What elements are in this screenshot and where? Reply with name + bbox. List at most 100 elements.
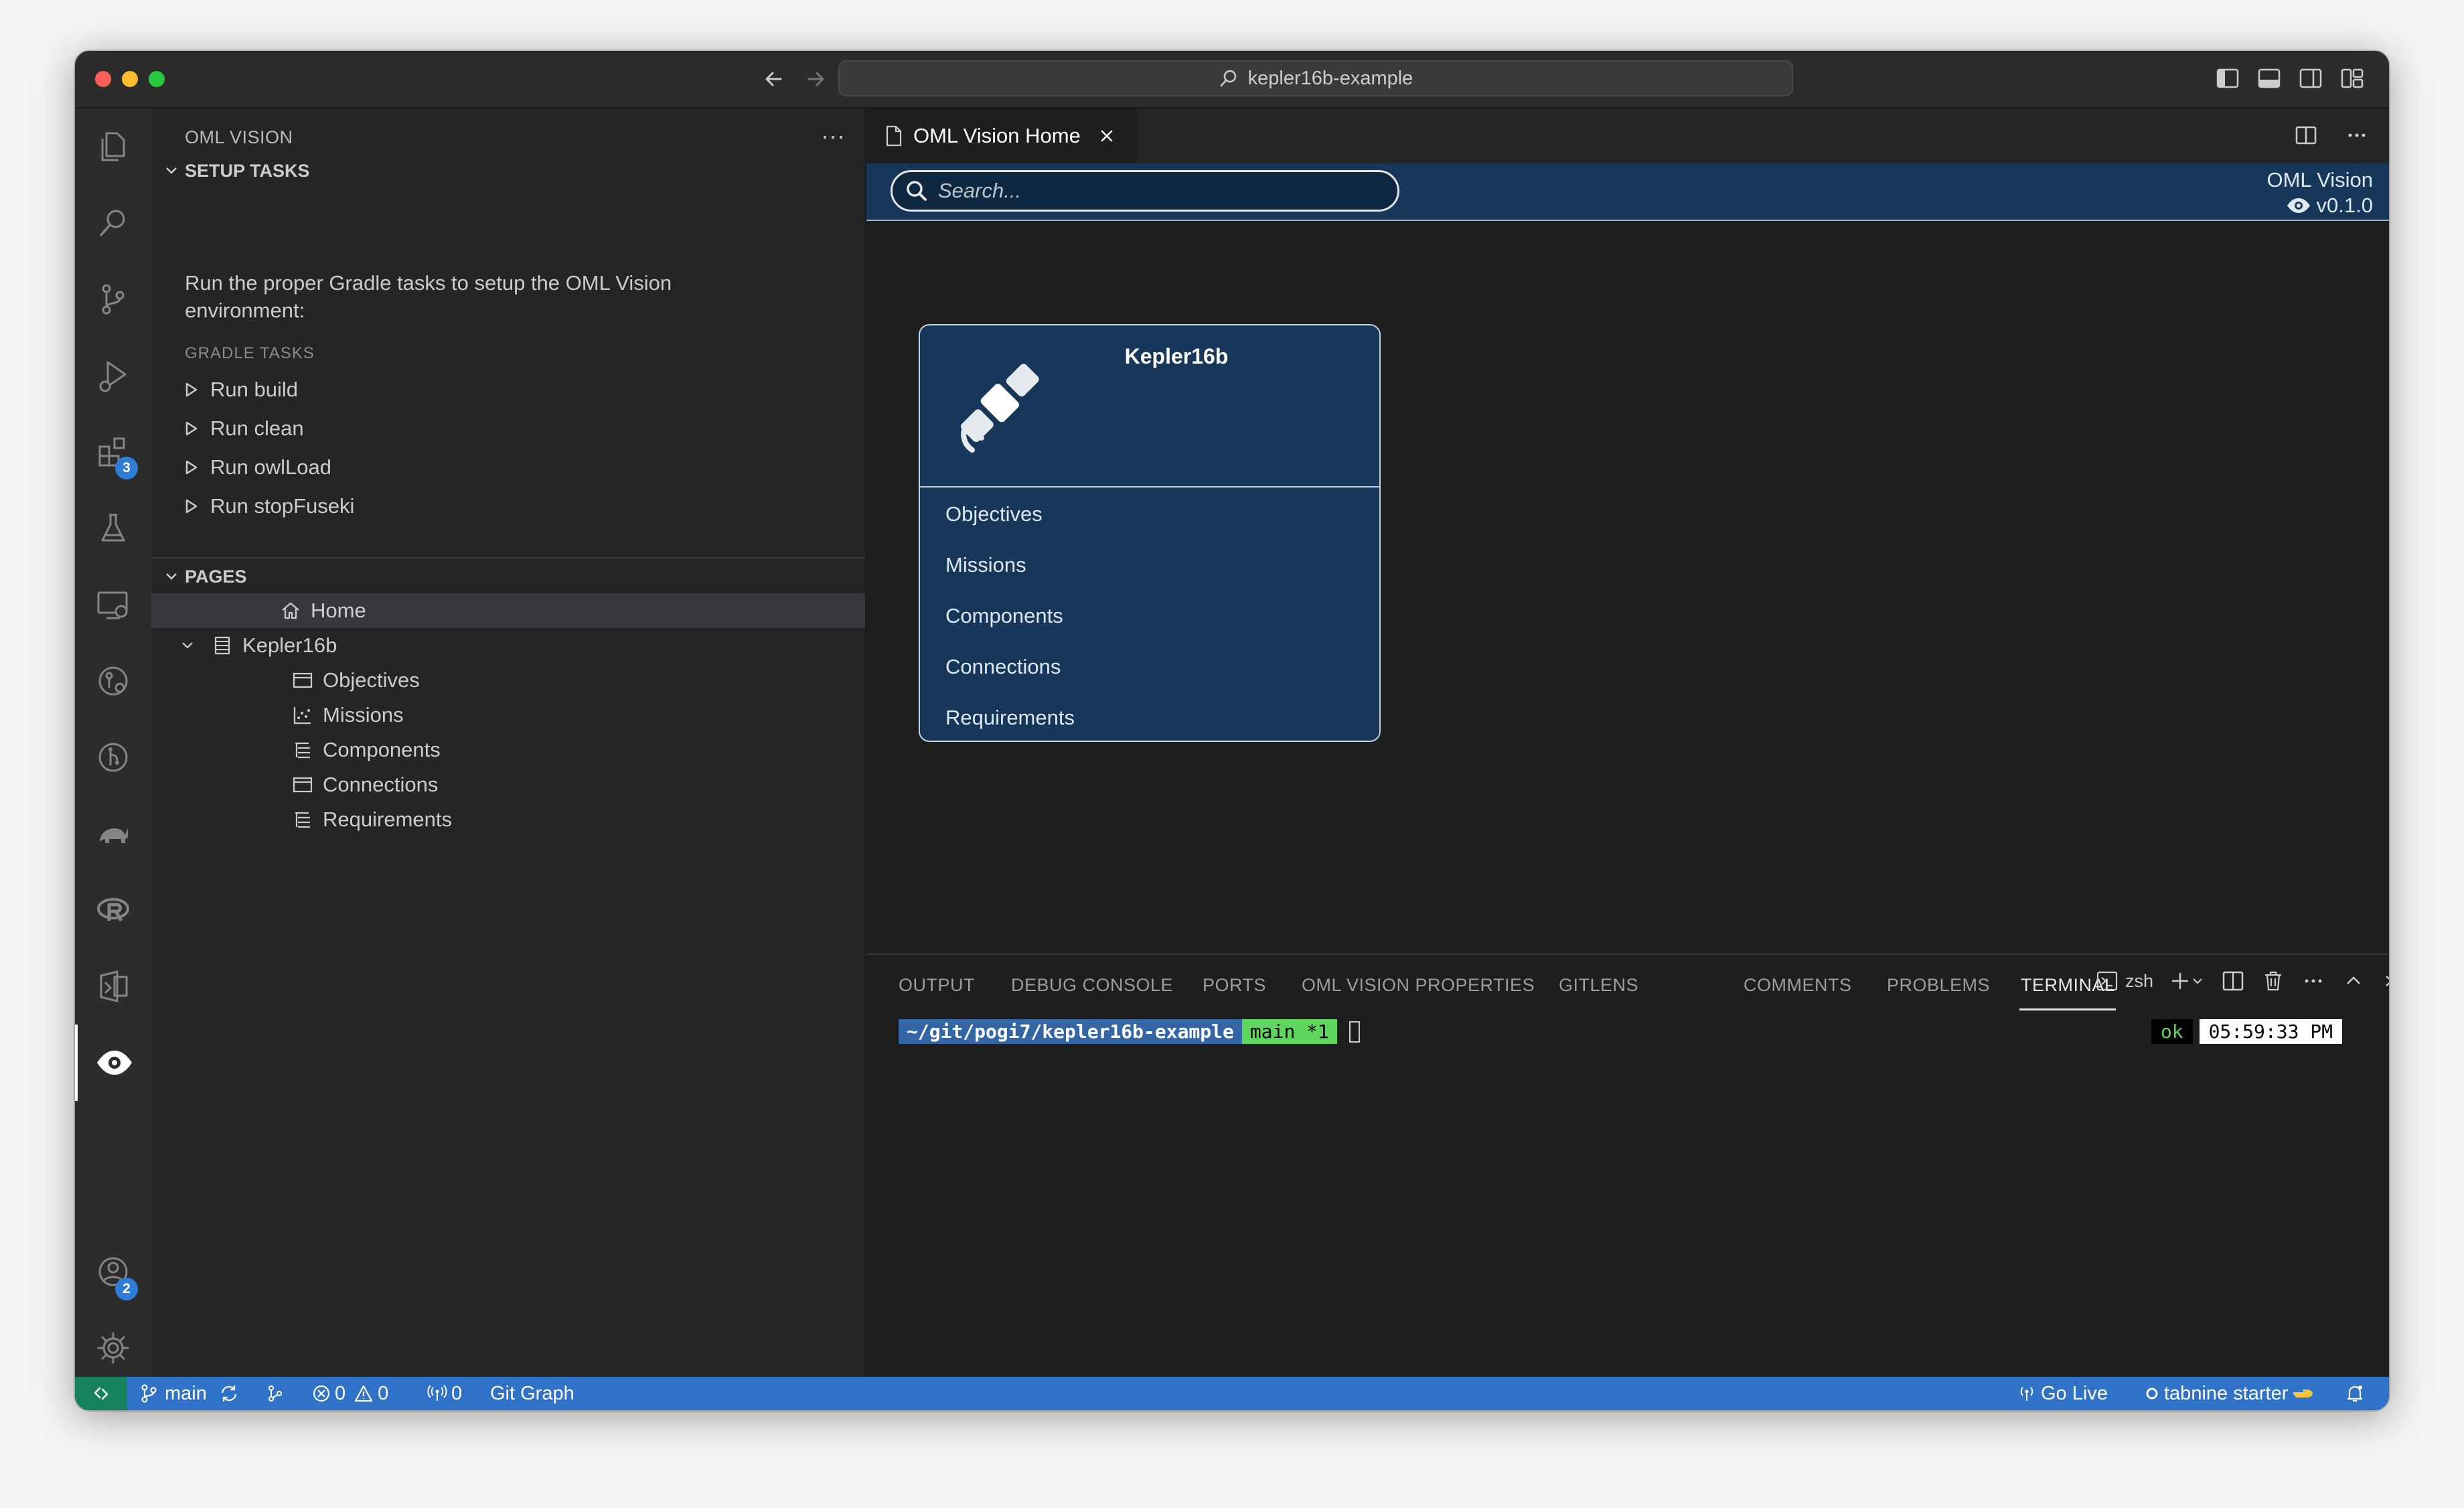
setup-tasks-description: Run the proper Gradle tasks to setup the… <box>185 271 672 322</box>
trash-icon[interactable] <box>2262 970 2285 992</box>
remote-explorer-icon[interactable] <box>75 567 151 643</box>
zoom-window-button[interactable] <box>149 71 165 87</box>
tree-item-requirements[interactable]: Requirements <box>151 802 865 837</box>
chevron-down-icon <box>158 163 185 179</box>
tree-item-objectives[interactable]: Objectives <box>151 663 865 698</box>
run-debug-icon[interactable] <box>75 337 151 414</box>
git-graph-status-icon[interactable] <box>265 1377 285 1410</box>
close-window-button[interactable] <box>95 71 111 87</box>
tree-item-home[interactable]: Home <box>151 593 865 628</box>
tabnine-button[interactable]: tabnine starter <box>2144 1377 2315 1410</box>
command-center-search[interactable]: kepler16b-example <box>838 60 1793 96</box>
card-link-missions[interactable]: Missions <box>945 553 1026 577</box>
panel-tab-ports[interactable]: PORTS <box>1203 975 1266 996</box>
split-terminal-icon[interactable] <box>2222 970 2244 992</box>
run-owlload-task[interactable]: Run owlLoad <box>185 449 331 486</box>
git-graph-icon[interactable] <box>75 719 151 796</box>
card-link-connections[interactable]: Connections <box>945 655 1061 679</box>
oml-vision-icon[interactable] <box>75 1025 151 1101</box>
more-actions-icon[interactable] <box>2302 970 2325 992</box>
oml-search-input[interactable] <box>937 178 1368 204</box>
panel-tab-gitlens[interactable]: GITLENS <box>1559 975 1638 996</box>
notifications-bell-icon[interactable] <box>2345 1377 2365 1410</box>
play-icon <box>185 421 198 437</box>
card-link-components[interactable]: Components <box>945 604 1063 628</box>
tree-item-kepler16b[interactable]: Kepler16b <box>151 628 865 663</box>
branch-indicator[interactable]: main <box>139 1377 239 1410</box>
database-icon <box>212 635 233 656</box>
section-divider <box>151 557 865 558</box>
minimize-window-button[interactable] <box>122 71 138 87</box>
broadcast-icon <box>427 1383 447 1404</box>
brand-name: OML Vision <box>2266 168 2373 192</box>
kepler16b-card[interactable]: Kepler16b Objectives Missions Components… <box>919 324 1381 742</box>
terminal-prompt[interactable]: ~/git/pogi7/kepler16b-example main *1 <box>899 1019 1360 1044</box>
brand-version: v0.1.0 <box>2316 194 2373 217</box>
close-panel-icon[interactable] <box>2382 970 2389 992</box>
customize-layout-icon[interactable] <box>2339 66 2365 91</box>
source-control-icon[interactable] <box>75 261 151 337</box>
activity-bar: 3 2 <box>75 108 151 1378</box>
oml-search-box[interactable] <box>891 170 1399 212</box>
panel-tab-comments[interactable]: COMMENTS <box>1744 975 1852 996</box>
ports-indicator[interactable]: 0 <box>427 1377 462 1410</box>
sidebar-more-actions[interactable]: ··· <box>821 122 845 150</box>
play-icon <box>185 498 198 514</box>
card-link-objectives[interactable]: Objectives <box>945 502 1043 526</box>
sidebar-title: OML VISION <box>185 127 293 147</box>
extensions-icon[interactable]: 3 <box>75 414 151 490</box>
tree-item-components[interactable]: Components <box>151 733 865 767</box>
search-icon <box>1219 68 1239 88</box>
more-actions-icon[interactable] <box>2345 123 2369 147</box>
terminal-icon <box>2096 970 2119 992</box>
tree-item-missions[interactable]: Missions <box>151 698 865 733</box>
tree-item-connections[interactable]: Connections <box>151 767 865 802</box>
gitlens-icon[interactable] <box>75 643 151 719</box>
panel-tab-problems[interactable]: PROBLEMS <box>1887 975 1990 996</box>
problems-indicator[interactable]: 0 0 <box>312 1377 388 1410</box>
card-link-requirements[interactable]: Requirements <box>945 706 1075 730</box>
tab-oml-vision-home[interactable]: OML Vision Home <box>866 108 1137 163</box>
panel-tab-output[interactable]: OUTPUT <box>899 975 975 996</box>
git-graph-button[interactable]: Git Graph <box>490 1377 574 1410</box>
remote-indicator[interactable] <box>75 1377 127 1410</box>
back-arrow-icon[interactable] <box>761 66 787 92</box>
panel-actions: zsh <box>2096 970 2389 992</box>
scatter-chart-icon <box>292 704 313 726</box>
go-live-button[interactable]: Go Live <box>2017 1377 2108 1410</box>
close-icon[interactable] <box>1098 127 1115 145</box>
search-icon[interactable] <box>75 185 151 261</box>
play-icon <box>185 459 198 475</box>
shell-name: zsh <box>2125 970 2153 991</box>
tabnine-label: tabnine starter <box>2164 1382 2289 1404</box>
explorer-icon[interactable] <box>75 108 151 185</box>
run-build-task[interactable]: Run build <box>185 371 298 408</box>
setup-tasks-section-header[interactable]: SETUP TASKS <box>151 154 865 187</box>
gradle-elephant-icon[interactable] <box>75 796 151 872</box>
task-label: Run owlLoad <box>210 455 331 479</box>
terminal-shell-selector[interactable]: zsh <box>2096 970 2153 992</box>
testing-icon[interactable] <box>75 490 151 567</box>
new-terminal-plus-icon[interactable] <box>2171 970 2204 992</box>
prompt-time: 05:59:33 PM <box>2199 1019 2342 1044</box>
toggle-panel-icon[interactable] <box>2256 66 2282 91</box>
split-editor-icon[interactable] <box>2294 123 2318 147</box>
accounts-icon[interactable]: 2 <box>75 1233 151 1310</box>
r-language-icon[interactable] <box>75 872 151 948</box>
panel-tab-oml-vision-properties[interactable]: OML VISION PROPERTIES <box>1302 975 1535 996</box>
docker-icon[interactable] <box>75 948 151 1025</box>
tree-item-label: Home <box>311 599 366 622</box>
settings-gear-icon[interactable] <box>75 1310 151 1386</box>
toggle-secondary-sidebar-icon[interactable] <box>2298 66 2323 91</box>
extensions-badge: 3 <box>115 457 138 479</box>
sync-icon[interactable] <box>219 1383 239 1404</box>
pages-section-header[interactable]: PAGES <box>151 560 865 593</box>
prompt-path: ~/git/pogi7/kepler16b-example <box>899 1019 1242 1044</box>
panel-tab-debug-console[interactable]: DEBUG CONSOLE <box>1011 975 1173 996</box>
run-stopfuseki-task[interactable]: Run stopFuseki <box>185 487 354 525</box>
toggle-primary-sidebar-icon[interactable] <box>2215 66 2240 91</box>
forward-arrow-icon[interactable] <box>802 66 829 92</box>
search-icon <box>905 179 929 203</box>
run-clean-task[interactable]: Run clean <box>185 410 304 447</box>
maximize-panel-chevron-up-icon[interactable] <box>2342 970 2365 992</box>
